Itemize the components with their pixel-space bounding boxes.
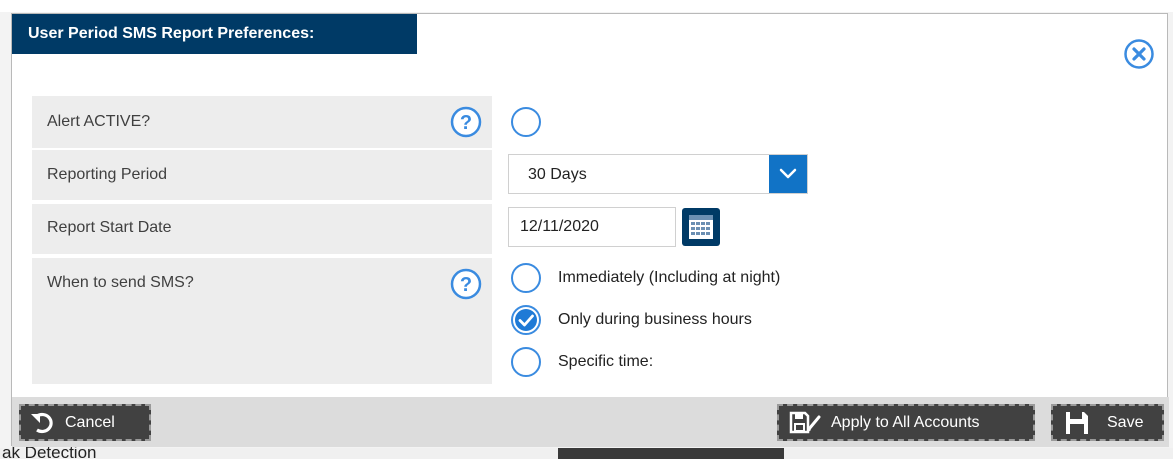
background-topbar <box>0 0 1173 12</box>
radio-specific-time[interactable] <box>510 346 542 378</box>
svg-text:?: ? <box>460 274 472 296</box>
report-start-date-label: Report Start Date <box>32 204 492 254</box>
chevron-down-icon <box>779 168 797 179</box>
option-specific-time-label: Specific time: <box>558 353 654 370</box>
radio-business-hours[interactable] <box>510 304 542 336</box>
radio-unchecked-icon <box>511 347 541 377</box>
close-icon <box>1124 39 1154 69</box>
report-start-date-input[interactable] <box>508 207 676 247</box>
row-alert-active: Alert ACTIVE? ? <box>32 96 1157 148</box>
background-dark-block <box>558 448 784 459</box>
dialog-title: User Period SMS Report Preferences: <box>12 14 417 54</box>
undo-icon <box>29 411 55 435</box>
alert-active-help-button[interactable]: ? <box>450 106 482 138</box>
reporting-period-label: Reporting Period <box>32 150 492 200</box>
calendar-icon <box>682 208 720 246</box>
reporting-period-value: 30 Days <box>528 166 587 183</box>
row-when-to-send: When to send SMS? ? Immediately (Includi… <box>32 258 1157 384</box>
reporting-period-select[interactable]: 30 Days <box>508 154 808 194</box>
close-button[interactable] <box>1123 38 1155 70</box>
cancel-button[interactable]: Cancel <box>19 404 151 441</box>
when-to-send-help-button[interactable]: ? <box>450 268 482 300</box>
option-immediately-label: Immediately (Including at night) <box>558 269 781 286</box>
radio-unchecked-icon <box>511 107 541 137</box>
calendar-button[interactable] <box>681 207 721 247</box>
radio-unchecked-icon <box>511 263 541 293</box>
when-to-send-label: When to send SMS? <box>32 258 492 384</box>
radio-checked-icon <box>511 305 541 335</box>
apply-to-all-accounts-label: Apply to All Accounts <box>831 413 980 431</box>
help-icon: ? <box>450 268 482 300</box>
sms-report-preferences-dialog: User Period SMS Report Preferences: Aler… <box>11 13 1169 447</box>
apply-edit-icon <box>789 411 823 435</box>
save-icon <box>1065 411 1089 435</box>
save-button[interactable]: Save <box>1051 404 1164 441</box>
radio-immediately[interactable] <box>510 262 542 294</box>
cancel-label: Cancel <box>65 413 115 431</box>
dialog-footer: Cancel Apply to All Accounts Save <box>12 397 1169 447</box>
svg-text:?: ? <box>460 112 472 134</box>
alert-active-label: Alert ACTIVE? <box>32 96 492 148</box>
option-business-hours-label: Only during business hours <box>558 311 752 328</box>
dropdown-button[interactable] <box>769 155 807 193</box>
help-icon: ? <box>450 106 482 138</box>
save-label: Save <box>1107 413 1144 431</box>
apply-to-all-accounts-button[interactable]: Apply to All Accounts <box>777 404 1035 441</box>
alert-active-toggle[interactable] <box>510 106 542 138</box>
